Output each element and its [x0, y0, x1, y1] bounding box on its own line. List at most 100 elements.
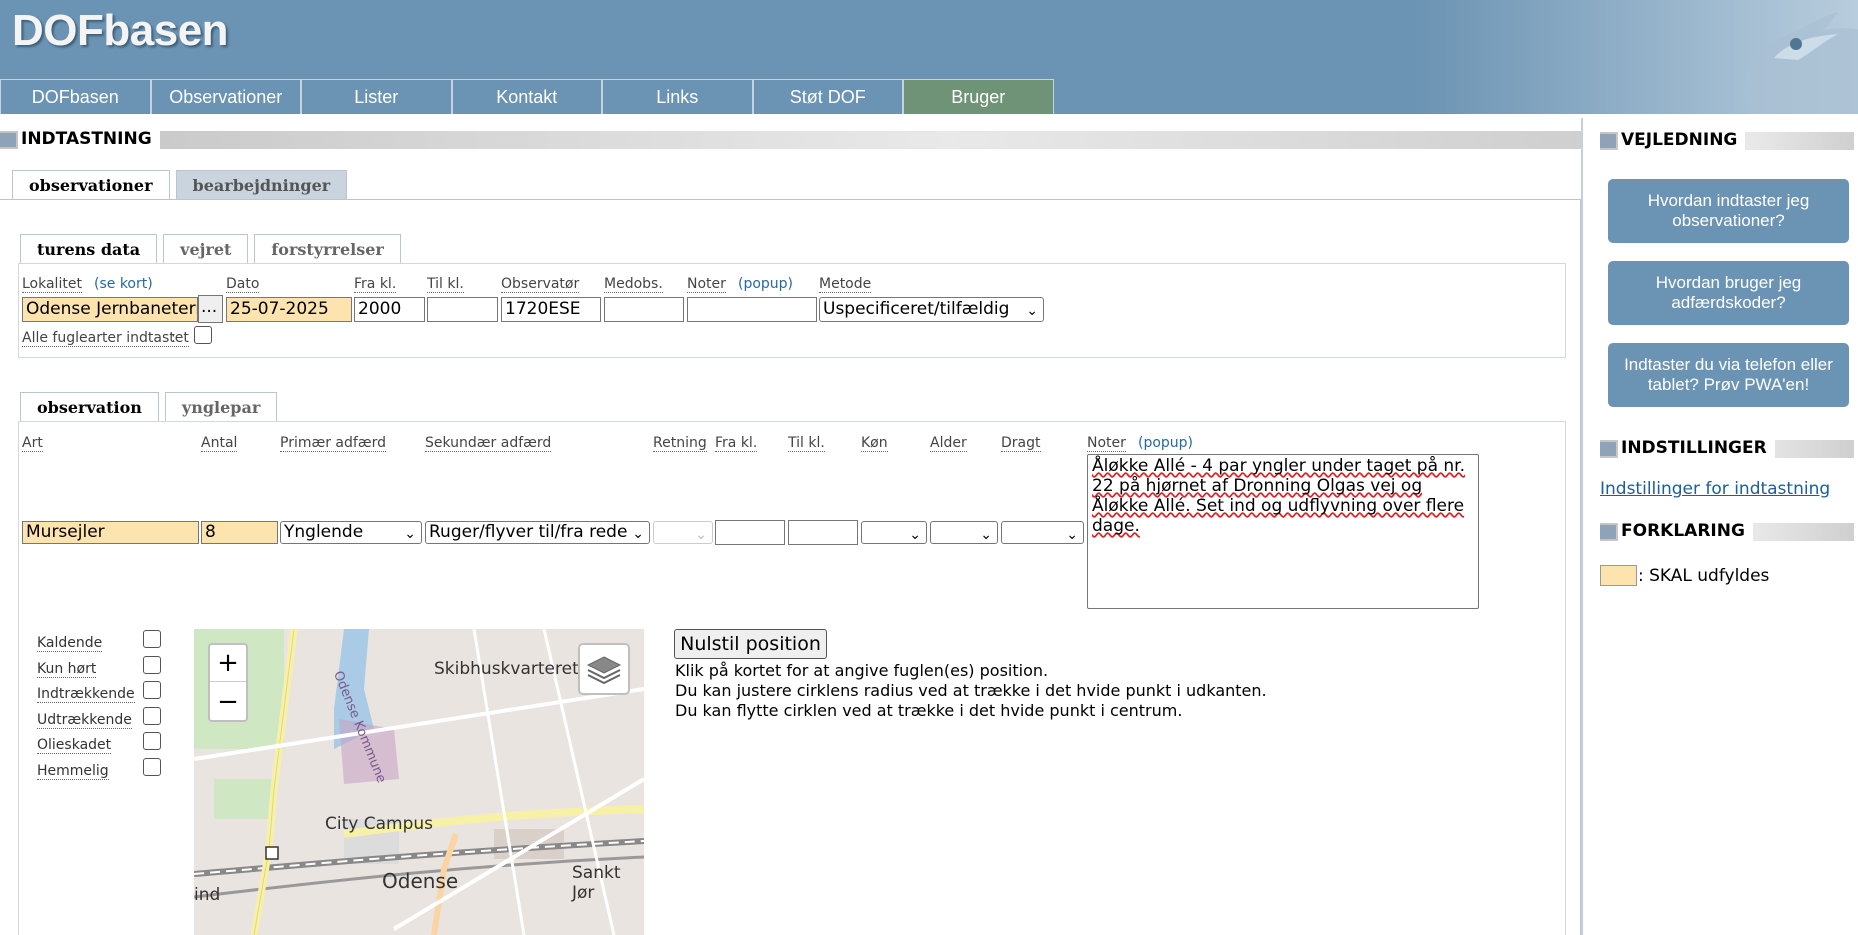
medobs-input[interactable] — [604, 297, 684, 322]
chevron-down-icon: ⌄ — [980, 527, 992, 543]
logo[interactable]: DOFbasen — [12, 6, 229, 56]
metode-select[interactable]: Uspecificeret/tilfældig ⌄ — [819, 297, 1044, 322]
obs-notes-textarea[interactable]: Åløkke Allé - 4 par yngler under taget p… — [1087, 454, 1479, 609]
retning-label: Retning — [653, 435, 707, 452]
indtraekkende-checkbox[interactable] — [143, 681, 161, 699]
dato-input[interactable]: 25-07-2025 — [226, 297, 352, 322]
reset-position-button[interactable]: Nulstil position — [674, 629, 827, 659]
tab-bearbejdninger[interactable]: bearbejdninger — [175, 170, 348, 200]
map-label-sankt-jorgen: Sankt Jør — [572, 863, 621, 903]
map-label-odense: Odense — [382, 869, 459, 893]
map-label-city-campus: City Campus — [325, 814, 433, 834]
art-input[interactable]: Mursejler — [22, 521, 199, 544]
section-marker — [1600, 134, 1616, 148]
lokalitet-input[interactable]: Odense Jernbaneterr — [22, 297, 198, 322]
nav-lister[interactable]: Lister — [301, 79, 452, 114]
indstillinger-title: INDSTILLINGER — [1618, 437, 1775, 459]
udtraekkende-label: Udtrækkende — [37, 712, 132, 729]
chevron-down-icon: ⌄ — [404, 526, 416, 542]
metode-select-value: Uspecificeret/tilfældig — [823, 299, 1010, 319]
fra-kl-label: Fra kl. — [354, 276, 397, 293]
section-marker — [0, 133, 16, 147]
guide-behavior-codes-button[interactable]: Hvordan bruger jeg adfærdskoder? — [1608, 261, 1849, 325]
alder-label: Alder — [930, 435, 967, 452]
section-forklaring: FORKLARING — [1600, 520, 1854, 542]
vejledning-title: VEJLEDNING — [1618, 129, 1746, 151]
zoom-in-button[interactable]: + — [210, 645, 246, 682]
olieskadet-label: Olieskadet — [37, 737, 112, 754]
primaer-adfaerd-select[interactable]: Ynglende ⌄ — [280, 521, 422, 544]
obs-fra-kl-input[interactable] — [715, 520, 785, 545]
map-label-ind: ind — [194, 885, 221, 905]
sekundaer-adfaerd-select[interactable]: Ruger/flyver til/fra rede ⌄ — [425, 521, 650, 544]
til-kl-input[interactable] — [427, 297, 498, 322]
alder-select[interactable]: ⌄ — [930, 521, 998, 544]
obs-til-kl-input[interactable] — [788, 520, 858, 545]
nav-links[interactable]: Links — [602, 79, 753, 114]
primaer-adfaerd-value: Ynglende — [284, 522, 364, 542]
nav-kontakt[interactable]: Kontakt — [451, 79, 602, 114]
nav-bruger[interactable]: Bruger — [903, 79, 1054, 114]
required-legend-swatch — [1600, 565, 1637, 586]
se-kort-link[interactable]: (se kort) — [94, 276, 153, 292]
tab-line — [0, 199, 1581, 200]
kun-hort-checkbox[interactable] — [143, 656, 161, 674]
noter-input[interactable] — [687, 297, 817, 322]
info-line-1: Klik på kortet for at angive fuglen(es) … — [675, 661, 1049, 680]
tab-observation[interactable]: observation — [20, 392, 159, 422]
bird-logo-icon — [1744, 12, 1858, 114]
antal-label: Antal — [201, 435, 238, 452]
chevron-down-icon: ⌄ — [1066, 527, 1078, 543]
tab-vejret[interactable]: vejret — [163, 234, 249, 264]
position-map[interactable]: Skibhuskvarteret Odense Kommune City Cam… — [194, 629, 644, 935]
alle-fuglearter-label: Alle fuglearter indtastet — [22, 330, 189, 347]
tab-ynglepar[interactable]: ynglepar — [164, 392, 278, 422]
observator-input[interactable]: 1720ESE — [501, 297, 601, 322]
zoom-control: + − — [208, 643, 248, 722]
nav-stot-dof[interactable]: Støt DOF — [752, 79, 903, 114]
til-kl-label: Til kl. — [427, 276, 464, 293]
settings-link[interactable]: Indstillinger for indtastning — [1600, 479, 1830, 499]
retning-select[interactable]: ⌄ — [653, 521, 713, 544]
dato-label: Dato — [226, 276, 260, 293]
guide-observations-button[interactable]: Hvordan indtaster jeg observationer? — [1608, 179, 1849, 243]
chevron-down-icon: ⌄ — [632, 525, 644, 543]
main-tabs: observationer bearbejdninger — [12, 170, 348, 200]
section-marker — [1600, 525, 1616, 539]
lokalitet-picker-button[interactable]: ... — [198, 295, 223, 323]
obs-til-kl-label: Til kl. — [788, 435, 825, 452]
forklaring-title: FORKLARING — [1618, 520, 1753, 542]
main-nav: DOFbasen Observationer Lister Kontakt Li… — [0, 79, 1054, 114]
primaer-adfaerd-label: Primær adfærd — [280, 435, 386, 452]
olieskadet-checkbox[interactable] — [143, 732, 161, 750]
noter-popup-link[interactable]: (popup) — [738, 276, 793, 292]
section-indtastning: INDTASTNING — [0, 128, 1581, 150]
zoom-out-button[interactable]: − — [210, 683, 246, 720]
kaldende-checkbox[interactable] — [143, 630, 161, 648]
chevron-down-icon: ⌄ — [909, 527, 921, 543]
info-line-2: Du kan justere cirklens radius ved at tr… — [675, 681, 1267, 700]
colon: : — [171, 330, 176, 346]
obs-noter-label: Noter — [1087, 435, 1126, 452]
section-vejledning: VEJLEDNING — [1600, 129, 1854, 151]
alle-fuglearter-checkbox[interactable] — [194, 326, 212, 344]
hemmelig-checkbox[interactable] — [143, 758, 161, 776]
section-marker — [1600, 442, 1616, 456]
tab-observationer[interactable]: observationer — [12, 170, 170, 200]
sekundaer-adfaerd-value: Ruger/flyver til/fra rede — [429, 522, 628, 542]
obs-noter-popup-link[interactable]: (popup) — [1138, 435, 1193, 451]
guide-pwa-button[interactable]: Indtaster du via telefon eller tablet? P… — [1608, 343, 1849, 407]
tab-forstyrrelser[interactable]: forstyrrelser — [254, 234, 401, 264]
layers-button[interactable] — [578, 643, 630, 695]
chevron-down-icon: ⌄ — [1026, 303, 1038, 319]
antal-input[interactable]: 8 — [201, 521, 278, 544]
dragt-select[interactable]: ⌄ — [1001, 521, 1084, 544]
fra-kl-input[interactable]: 2000 — [354, 297, 425, 322]
tab-turens-data[interactable]: turens data — [20, 234, 158, 264]
map-label-skibhuskvarteret: Skibhuskvarteret — [434, 659, 579, 679]
udtraekkende-checkbox[interactable] — [143, 707, 161, 725]
nav-observationer[interactable]: Observationer — [150, 79, 301, 114]
noter-label: Noter — [687, 276, 726, 293]
kon-select[interactable]: ⌄ — [861, 521, 927, 544]
nav-dofbasen[interactable]: DOFbasen — [0, 79, 151, 114]
